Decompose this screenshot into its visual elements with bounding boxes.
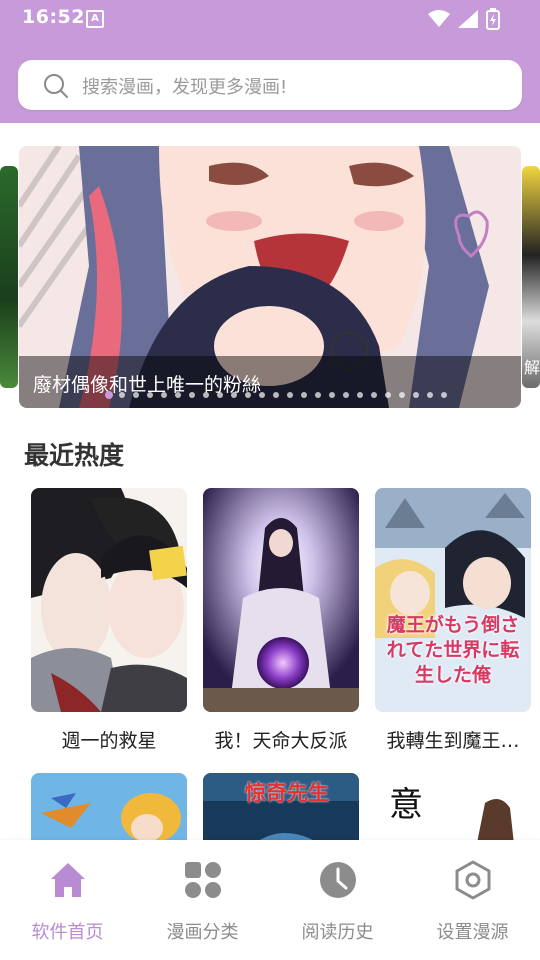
nav-categories[interactable]: 漫画分类 <box>135 840 270 960</box>
comic-cover-text: 意 <box>389 785 423 825</box>
carousel-dot[interactable] <box>273 392 279 398</box>
settings-icon <box>455 860 491 900</box>
status-bar: 16:52 A <box>0 0 540 36</box>
carousel-dot[interactable] <box>203 392 209 398</box>
banner-caption: 廢材偶像和世上唯一的粉絲 <box>19 356 521 408</box>
banner-next-title: 解 <box>524 358 540 377</box>
comic-cover-text: 惊奇先生 <box>245 780 329 805</box>
status-icons <box>428 8 500 30</box>
clock-icon <box>320 862 356 898</box>
carousel-dot[interactable] <box>343 392 349 398</box>
bottom-nav: 软件首页 漫画分类 阅读历史 设置漫源 <box>0 840 540 960</box>
carousel-dot[interactable] <box>287 392 293 398</box>
carousel-dot[interactable] <box>427 392 433 398</box>
comic-cover <box>203 488 359 712</box>
wifi-icon <box>428 10 450 27</box>
carousel-dot[interactable] <box>231 392 237 398</box>
carousel-dot[interactable] <box>329 392 335 398</box>
nav-settings[interactable]: 设置漫源 <box>405 840 540 960</box>
carousel-dot[interactable] <box>147 392 153 398</box>
carousel-dot[interactable] <box>119 392 125 398</box>
battery-icon <box>486 8 500 30</box>
banner-prev-peek[interactable] <box>0 166 18 388</box>
comic-title: 我！天命大反派 <box>214 730 348 752</box>
banner-carousel[interactable]: 廢材偶像和世上唯一的粉絲 <box>19 146 521 408</box>
carousel-dot[interactable] <box>259 392 265 398</box>
carousel-dot[interactable] <box>399 392 405 398</box>
grid-icon <box>185 862 221 898</box>
search-placeholder: 搜索漫画，发现更多漫画! <box>82 77 288 98</box>
nav-history-label: 阅读历史 <box>301 922 374 943</box>
nav-categories-label: 漫画分类 <box>166 922 239 943</box>
home-icon <box>51 863 85 897</box>
nav-history[interactable]: 阅读历史 <box>270 840 405 960</box>
carousel-dot[interactable] <box>161 392 167 398</box>
nav-settings-label: 设置漫源 <box>436 922 509 943</box>
carousel-dot[interactable] <box>315 392 321 398</box>
nav-home-label: 软件首页 <box>31 922 104 943</box>
carousel-dot[interactable] <box>175 392 181 398</box>
carousel-dot[interactable] <box>105 391 113 399</box>
carousel-dot[interactable] <box>133 392 139 398</box>
carousel-dot[interactable] <box>245 392 251 398</box>
section-title-recent: 最近热度 <box>24 441 125 470</box>
banner-next-peek[interactable]: 解 <box>522 166 540 388</box>
comic-cover-text: 魔王がもう倒されてた世界に転生した俺 <box>386 614 520 686</box>
app-header: 16:52 A 搜索漫画，发现更多漫画! <box>0 0 540 123</box>
carousel-dot[interactable] <box>189 392 195 398</box>
comic-title: 我轉生到魔王… <box>386 730 520 752</box>
carousel-dot[interactable] <box>385 392 391 398</box>
banner-dots <box>19 391 521 400</box>
status-time: 16:52 <box>22 6 85 28</box>
nav-home[interactable]: 软件首页 <box>0 840 135 960</box>
carousel-dot[interactable] <box>441 392 447 398</box>
search-icon <box>44 74 68 98</box>
carousel-dot[interactable] <box>371 392 377 398</box>
comic-cover <box>31 488 187 712</box>
carousel-dot[interactable] <box>357 392 363 398</box>
carousel-dot[interactable] <box>217 392 223 398</box>
comic-cover: 魔王がもう倒されてた世界に転生した俺 <box>375 488 531 712</box>
carousel-dot[interactable] <box>301 392 307 398</box>
search-bar[interactable]: 搜索漫画，发现更多漫画! <box>18 60 522 110</box>
comic-title: 週一的救星 <box>61 730 157 752</box>
signal-icon <box>458 10 478 28</box>
notification-icon: A <box>86 10 104 28</box>
carousel-dot[interactable] <box>413 392 419 398</box>
